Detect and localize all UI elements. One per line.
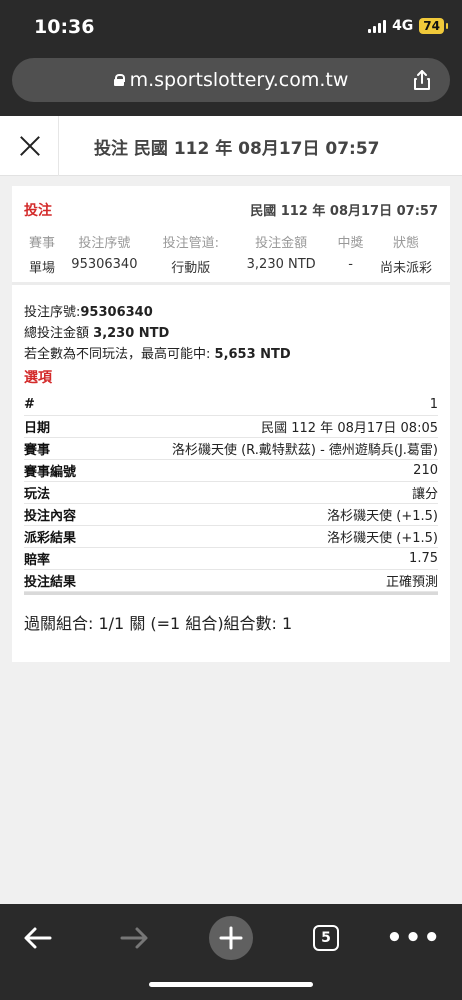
- table-row: 玩法 讓分: [24, 482, 438, 504]
- table-row: 賽事編號 210: [24, 460, 438, 482]
- summary-value: 單場: [28, 261, 55, 276]
- battery-icon: 74: [419, 18, 448, 34]
- url-text: m.sportslottery.com.tw: [129, 69, 349, 91]
- combo-summary: 過關組合: 1/1 關 (=1 組合)組合數: 1: [24, 614, 293, 633]
- plus-icon[interactable]: [209, 916, 253, 960]
- row-value: 1: [429, 397, 438, 412]
- summary-value: 尚未派彩: [379, 261, 432, 276]
- close-icon[interactable]: [14, 130, 46, 162]
- browser-chrome: 10:36 4G 74 m.sportslottery.com.tw: [0, 0, 462, 116]
- max-label: 若全數為不同玩法，最高可能中:: [24, 347, 211, 362]
- summary-header: 狀態: [392, 236, 419, 251]
- row-value: 民國 112 年 08月17日 08:05: [261, 421, 438, 436]
- options-title: 選項: [24, 370, 52, 386]
- status-indicators: 4G 74: [368, 18, 448, 34]
- table-end-divider: [24, 592, 438, 595]
- total-value: 3,230 NTD: [93, 326, 170, 341]
- share-icon[interactable]: [410, 68, 434, 92]
- row-value: 210: [413, 463, 438, 478]
- summary-value: 3,230 NTD: [246, 257, 316, 272]
- table-row: #1: [24, 394, 438, 416]
- row-value: 洛杉磯天使 (+1.5): [327, 509, 438, 524]
- table-row: 賠率 1.75: [24, 548, 438, 570]
- more-icon[interactable]: •••: [386, 916, 440, 960]
- summary-value: 行動版: [171, 261, 211, 276]
- status-time: 10:36: [34, 16, 95, 38]
- row-key: 投注結果: [24, 575, 77, 590]
- table-row: 日期 民國 112 年 08月17日 08:05: [24, 416, 438, 438]
- row-value: 1.75: [409, 551, 438, 566]
- bet-summary-table: 賽事 單場 投注序號 95306340 投注管道: 行動版 投注金額 3,230…: [24, 232, 438, 276]
- row-value: 正確預測: [385, 575, 438, 590]
- summary-header: 投注管道:: [162, 236, 219, 251]
- table-row: 投注內容 洛杉磯天使 (+1.5): [24, 504, 438, 526]
- serial-value: 95306340: [80, 305, 153, 320]
- row-key: #: [24, 397, 35, 412]
- row-value: 讓分: [411, 487, 438, 502]
- page-header: 投注 民國 112 年 08月17日 07:57: [0, 116, 462, 176]
- network-label: 4G: [392, 18, 414, 34]
- home-indicator: [149, 982, 313, 987]
- address-bar[interactable]: m.sportslottery.com.tw: [12, 58, 450, 102]
- max-value: 5,653 NTD: [214, 347, 291, 362]
- bet-label: 投注: [24, 203, 52, 219]
- section-divider: [12, 282, 450, 285]
- table-row: 派彩結果 洛杉磯天使 (+1.5): [24, 526, 438, 548]
- serial-label: 投注序號:: [24, 305, 81, 320]
- table-row: 賽事 洛杉磯天使 (R.戴特默茲) - 德州遊騎兵(J.葛雷): [24, 438, 438, 460]
- summary-value: -: [348, 257, 353, 272]
- selection-table: #1 日期 民國 112 年 08月17日 08:05 賽事 洛杉磯天使 (R.戴特…: [24, 394, 438, 595]
- row-key: 投注內容: [24, 509, 77, 524]
- back-arrow-icon[interactable]: [16, 916, 60, 960]
- bet-detail-card: 投注 民國 112 年 08月17日 07:57 賽事 單場 投注序號 9530…: [12, 186, 450, 662]
- row-key: 派彩結果: [24, 531, 77, 546]
- row-value: 洛杉磯天使 (+1.5): [327, 531, 438, 546]
- row-key: 日期: [24, 421, 51, 436]
- row-key: 玩法: [24, 487, 51, 502]
- row-value: 洛杉磯天使 (R.戴特默茲) - 德州遊騎兵(J.葛雷): [171, 443, 438, 458]
- row-key: 賠率: [24, 553, 51, 568]
- total-label: 總投注金額: [24, 326, 90, 341]
- summary-header: 賽事: [28, 236, 55, 251]
- bet-details: 投注序號:95306340 總投注金額 3,230 NTD 若全數為不同玩法，最…: [24, 302, 438, 389]
- page-title: 投注 民國 112 年 08月17日 07:57: [94, 139, 380, 159]
- forward-arrow-icon[interactable]: [112, 916, 156, 960]
- summary-header: 投注金額: [255, 236, 308, 251]
- bet-date: 民國 112 年 08月17日 07:57: [250, 204, 438, 219]
- summary-header: 投注序號: [78, 236, 131, 251]
- summary-header: 中獎: [337, 236, 364, 251]
- tab-count: 5: [313, 925, 339, 951]
- header-divider: [58, 116, 59, 176]
- table-row: 投注結果 正確預測: [24, 570, 438, 592]
- summary-value: 95306340: [71, 257, 138, 272]
- lock-icon: [113, 74, 125, 86]
- signal-icon: [368, 19, 387, 33]
- row-key: 賽事編號: [24, 465, 77, 480]
- row-key: 賽事: [24, 443, 51, 458]
- tabs-icon[interactable]: 5: [304, 916, 348, 960]
